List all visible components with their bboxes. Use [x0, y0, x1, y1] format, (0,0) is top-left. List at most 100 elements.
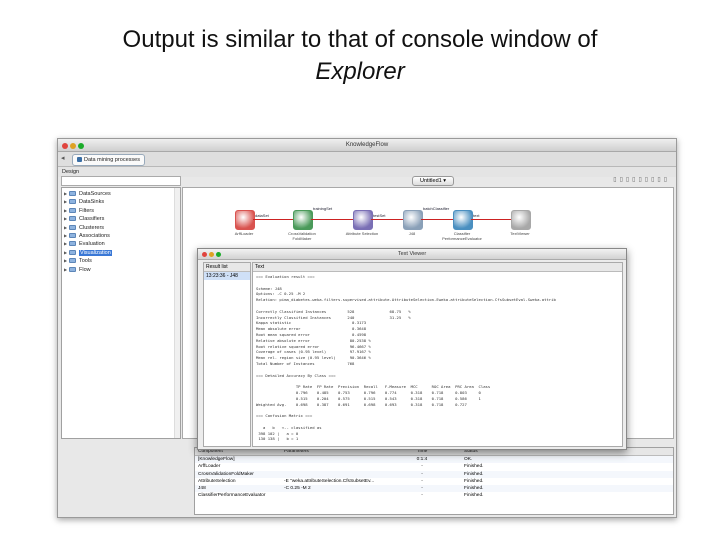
- design-tree-item[interactable]: ▶ Visualization: [62, 249, 180, 257]
- cell-status: OK.: [464, 457, 473, 463]
- flow-connection[interactable]: [311, 219, 353, 220]
- flow-tab-selector[interactable]: Untitled1 ▾: [412, 176, 454, 186]
- flow-node[interactable]: [293, 210, 313, 230]
- cell-parameters: [284, 492, 394, 499]
- design-tree-item[interactable]: ▶ Flow: [62, 266, 180, 274]
- flow-node-label: Attribute Selection: [345, 231, 379, 236]
- design-tree-item-label: Filters: [79, 207, 94, 214]
- tv-minimize-button[interactable]: [209, 252, 214, 257]
- chevron-left-icon[interactable]: ◂: [61, 154, 65, 162]
- design-tree: ▶ DataSources ▶ DataSinks ▶ Filters ▶ Classifie…: [61, 187, 181, 439]
- cell-parameters: [284, 456, 394, 463]
- result-list: Result list 13:23:36 - J48: [203, 262, 251, 447]
- folder-icon: [69, 207, 76, 213]
- design-tree-item[interactable]: ▶ Tools: [62, 257, 180, 265]
- design-tree-item[interactable]: ▶ Filters: [62, 207, 180, 215]
- design-tree-item-label: Evaluation: [79, 241, 105, 248]
- flow-connection[interactable]: [371, 219, 403, 220]
- table-row[interactable]: [KnowledgeFlow] 0:1:4 OK.: [195, 456, 673, 464]
- tab-data-mining-processes[interactable]: Data mining processes: [72, 154, 145, 166]
- design-tree-item[interactable]: ▶ DataSinks: [62, 198, 180, 206]
- design-tree-item[interactable]: ▶ Clusterers: [62, 224, 180, 232]
- design-tree-item[interactable]: ▶ DataSources: [62, 190, 180, 198]
- text-viewer-title: Text Viewer: [397, 251, 427, 257]
- flow-connection[interactable]: [421, 219, 453, 220]
- cell-time: -: [421, 493, 423, 499]
- text-label: Text: [253, 263, 622, 272]
- flow-connection-label: text: [473, 213, 480, 218]
- design-tree-item-label: Classifiers: [79, 216, 105, 223]
- tv-close-button[interactable]: [202, 252, 207, 257]
- status-table: Component Parameters Time Status [Knowle…: [194, 447, 674, 515]
- evaluation-output[interactable]: === Evaluation result === Scheme: J48 Op…: [253, 272, 622, 446]
- flow-tab-label: Untitled1: [419, 178, 442, 184]
- cell-parameters: -E "weka.attributeSelection.CfsSubsetEv.…: [284, 478, 375, 484]
- flow-node-label: ArffLoader: [234, 231, 254, 236]
- flow-node[interactable]: [353, 210, 373, 230]
- design-tree-item-label: Associations: [79, 232, 110, 239]
- flow-connection-label: trainingSet: [313, 206, 333, 211]
- design-tree-item[interactable]: ▶ Associations: [62, 232, 180, 240]
- folder-icon: [69, 241, 76, 247]
- flow-node-label: TextViewer: [510, 231, 530, 236]
- design-tree-list: ▶ DataSources ▶ DataSinks ▶ Filters ▶ Classifie…: [62, 188, 180, 274]
- design-tree-item[interactable]: ▶ Classifiers: [62, 215, 180, 223]
- cell-parameters: -C 0.25 -M 2: [284, 485, 311, 491]
- flow-connection[interactable]: [253, 219, 293, 220]
- folder-icon: [69, 216, 76, 222]
- tab-bar: ◂ Data mining processes ▯▯▯▯▯▯▯▯▯: [58, 152, 676, 183]
- flow-node-label: CrossValidation FoldMaker: [288, 231, 316, 241]
- cell-status: Finished.: [464, 471, 484, 477]
- flow-node[interactable]: [453, 210, 473, 230]
- close-button[interactable]: [62, 143, 68, 149]
- slide-title-line2: Explorer: [315, 58, 405, 85]
- text-viewer-titlebar: Text Viewer: [198, 249, 626, 260]
- folder-icon: [69, 233, 76, 238]
- folder-icon: [69, 258, 76, 264]
- table-row[interactable]: AttributeSelection -E "weka.attributeSele…: [195, 478, 673, 485]
- flow-connection[interactable]: [471, 219, 511, 220]
- folder-icon: [69, 199, 76, 205]
- weka-icon: [77, 157, 82, 163]
- tab-label: Data mining processes: [84, 157, 140, 163]
- slide-title: Output is similar to that of console win…: [0, 24, 720, 88]
- folder-icon: [69, 266, 76, 272]
- design-search-input[interactable]: [61, 176, 181, 186]
- table-row[interactable]: ArffLoader - Finished.: [195, 463, 673, 470]
- cell-status: Finished.: [464, 478, 484, 484]
- toolbar-icons[interactable]: ▯▯▯▯▯▯▯▯▯: [613, 176, 670, 183]
- flow-node[interactable]: [511, 210, 531, 230]
- slide-title-line1: Output is similar to that of console win…: [122, 26, 598, 53]
- design-tree-item-label: Visualization: [79, 249, 112, 256]
- design-tree-item[interactable]: ▶ Evaluation: [62, 240, 180, 248]
- window-title: KnowledgeFlow: [345, 142, 389, 148]
- zoom-button[interactable]: [78, 143, 84, 149]
- cell-component: ClassifierPerformanceEvaluator: [198, 493, 266, 499]
- result-list-label: Result list: [204, 263, 250, 272]
- tv-zoom-button[interactable]: [216, 252, 221, 257]
- design-tree-item-label: Tools: [79, 258, 92, 265]
- design-tree-item-label: DataSinks: [79, 199, 105, 206]
- table-row[interactable]: CrossValidationFoldMaker - Finished.: [195, 470, 673, 478]
- cell-parameters: [284, 471, 394, 478]
- text-viewer-controls: [202, 251, 223, 261]
- design-scrollbar[interactable]: [174, 188, 180, 438]
- flow-node-label: J48: [408, 231, 416, 236]
- flow-node[interactable]: [403, 210, 423, 230]
- flow-node[interactable]: [235, 210, 255, 230]
- cell-parameters: [284, 463, 394, 470]
- table-row[interactable]: J48 -C 0.25 -M 2 - Finished.: [195, 484, 673, 493]
- result-list-item[interactable]: 13:23:36 - J48: [204, 272, 250, 280]
- flow-connection-label: batchClassifier: [423, 206, 450, 211]
- cell-status: Finished.: [464, 493, 484, 499]
- folder-icon: [69, 249, 76, 255]
- folder-icon: [69, 224, 76, 230]
- cell-time: -: [421, 485, 423, 491]
- design-tree-item-label: Clusterers: [79, 224, 105, 231]
- minimize-button[interactable]: [70, 143, 76, 149]
- table-row[interactable]: ClassifierPerformanceEvaluator - Finished.: [195, 492, 673, 499]
- flow-connection-label: testSet: [373, 213, 386, 218]
- folder-icon: [69, 191, 76, 197]
- design-tree-item-label: DataSources: [79, 191, 111, 197]
- cell-component: CrossValidationFoldMaker: [198, 471, 254, 477]
